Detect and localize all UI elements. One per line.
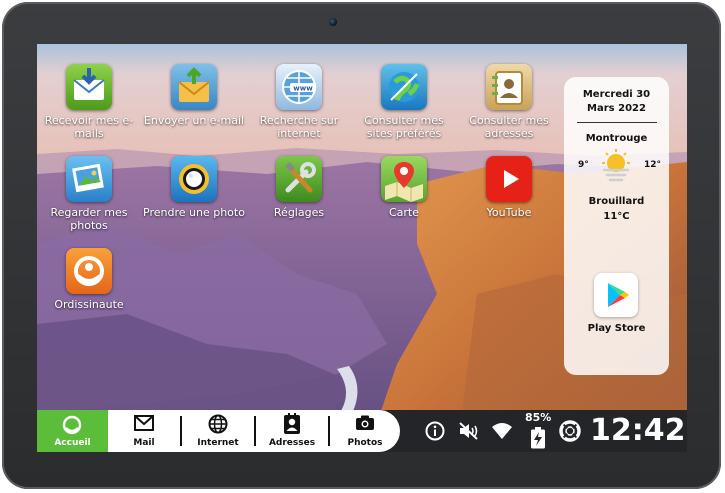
settings-tools-icon — [276, 156, 322, 202]
app-map[interactable]: Carte — [352, 156, 456, 219]
app-take-photo[interactable]: Prendre une photo — [142, 156, 246, 219]
send-email-icon — [171, 64, 217, 110]
map-pin-icon — [381, 156, 427, 202]
photos-label: Photos — [347, 438, 383, 448]
volume-muted-icon[interactable] — [458, 421, 480, 445]
ordissinaute-home-icon — [61, 414, 83, 440]
weather-date: Mercredi 30 — [582, 89, 651, 100]
weather-city: Montrouge — [585, 133, 648, 144]
app-photos[interactable]: Regarder mes photos — [37, 156, 141, 232]
app-ordissinaute[interactable]: Ordissinaute — [37, 248, 141, 311]
weather-condition: Brouillard — [588, 196, 645, 207]
weather-temperature: 11°C — [603, 211, 630, 222]
mail-button[interactable]: Mail — [108, 410, 180, 452]
play-store-button[interactable] — [594, 273, 638, 317]
info-icon[interactable] — [425, 421, 445, 445]
app-web-search[interactable]: www Recherche sur internet — [247, 64, 351, 140]
app-label: Consulter mes sites préférés — [364, 114, 444, 140]
receive-email-icon — [66, 64, 112, 110]
weather-max-temp: 12° — [644, 160, 662, 170]
app-receive-email[interactable]: Recevoir mes e-mails — [37, 64, 141, 140]
favorite-sites-icon — [381, 64, 427, 110]
photos-button[interactable]: Photos — [330, 410, 400, 452]
internet-button[interactable]: Internet — [182, 410, 254, 452]
app-label: YouTube — [486, 206, 532, 219]
app-label: Ordissinaute — [54, 298, 124, 311]
web-search-icon: www — [276, 64, 322, 110]
battery-charging-icon — [530, 427, 546, 452]
tablet-frame: Recevoir mes e-mails Envoyer un e-mail w… — [2, 2, 721, 489]
app-address-book[interactable]: Consulter mes adresses — [457, 64, 561, 140]
contact-card-icon — [283, 413, 301, 438]
youtube-icon — [486, 156, 532, 202]
app-label: Carte — [388, 206, 420, 219]
wifi-icon[interactable] — [491, 422, 513, 444]
weather-widget[interactable]: Mercredi 30 Mars 2022 Montrouge 9° 12° B… — [564, 77, 669, 375]
address-book-icon — [486, 64, 532, 110]
photos-icon — [66, 156, 112, 202]
globe-icon — [208, 414, 228, 437]
app-label: Regarder mes photos — [50, 206, 128, 232]
app-label: Recherche sur internet — [259, 114, 339, 140]
app-label: Prendre une photo — [143, 206, 245, 219]
play-store-icon — [594, 283, 638, 321]
camera-lens-icon — [171, 156, 217, 202]
app-send-email[interactable]: Envoyer un e-mail — [142, 64, 246, 127]
front-camera — [329, 18, 337, 26]
weather-min-temp: 9° — [578, 160, 589, 170]
app-label: Envoyer un e-mail — [143, 114, 245, 127]
svg-text:www: www — [293, 85, 313, 93]
battery-percent: 85% — [525, 411, 552, 424]
play-store-label: Play Store — [587, 323, 646, 334]
app-label: Consulter mes adresses — [469, 114, 549, 140]
app-label: Recevoir mes e-mails — [44, 114, 134, 140]
camera-icon — [355, 415, 375, 434]
app-youtube[interactable]: YouTube — [457, 156, 561, 219]
mail-icon — [134, 415, 154, 434]
clock: 12:42 — [590, 413, 686, 448]
home-label: Accueil — [54, 438, 91, 448]
app-favorite-sites[interactable]: Consulter mes sites préférés — [352, 64, 456, 140]
weather-date-year: Mars 2022 — [587, 103, 646, 114]
home-button[interactable]: Accueil — [37, 410, 108, 452]
mail-label: Mail — [133, 438, 155, 448]
app-settings[interactable]: Réglages — [247, 156, 351, 219]
app-label: Réglages — [273, 206, 325, 219]
contacts-label: Adresses — [268, 438, 316, 448]
taskbar: Accueil Mail Internet Adresses Photos 85… — [37, 410, 687, 452]
sun-fog-icon — [598, 148, 634, 188]
contacts-button[interactable]: Adresses — [256, 410, 328, 452]
weather-divider — [576, 122, 657, 123]
quick-launch-bar: Mail Internet Adresses Photos — [108, 410, 400, 452]
home-screen: Recevoir mes e-mails Envoyer un e-mail w… — [37, 44, 687, 452]
help-lifebuoy-icon[interactable] — [559, 420, 581, 446]
internet-label: Internet — [197, 438, 239, 448]
ordissinaute-logo-icon — [66, 248, 112, 294]
